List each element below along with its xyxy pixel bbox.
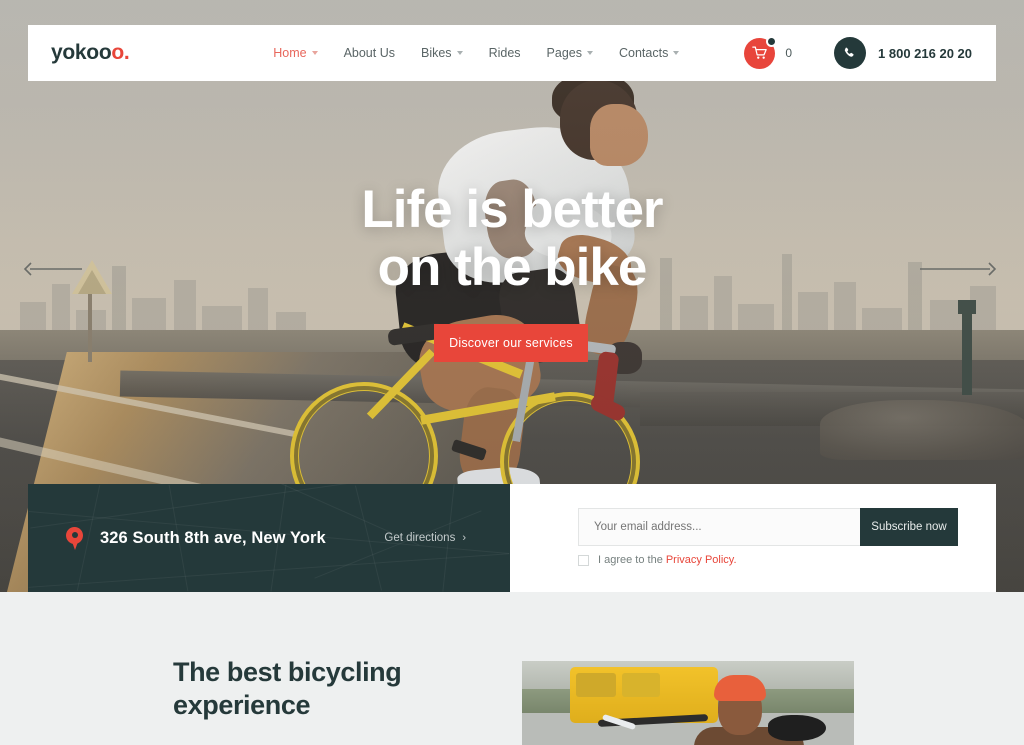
site-header: yokooo. Home About Us Bikes Rides Pages … (28, 25, 996, 81)
experience-section: The best bicycling experience (0, 592, 1024, 745)
subscribe-panel: Subscribe now I agree to the Privacy Pol… (510, 484, 996, 592)
logo-text: yokoo (51, 41, 112, 64)
nav-label: About Us (343, 46, 395, 60)
hero-title: Life is better on the bike (0, 181, 1024, 297)
chevron-down-icon (673, 51, 680, 55)
cart-count: 0 (785, 46, 793, 60)
cart-badge (766, 35, 778, 47)
nav-label: Contacts (618, 46, 669, 60)
agree-label: I agree to the (598, 554, 663, 566)
email-input[interactable] (578, 508, 860, 546)
address-text: 326 South 8th ave, New York (100, 528, 326, 547)
subscribe-button[interactable]: Subscribe now (860, 508, 958, 546)
subscribe-form: Subscribe now (578, 508, 958, 546)
cyclist-photo (522, 661, 854, 745)
chevron-right-icon: › (462, 532, 466, 544)
slider-next-arrow[interactable] (920, 261, 998, 277)
hero-title-line-1: Life is better (361, 180, 663, 239)
nav-item-pages[interactable]: Pages (547, 46, 593, 60)
phone-icon (834, 37, 867, 69)
nav-label: Pages (546, 46, 582, 60)
nav-item-contacts[interactable]: Contacts (618, 46, 680, 60)
discover-services-button[interactable]: Discover our services (434, 324, 588, 362)
section-title: The best bicycling experience (173, 657, 402, 720)
hero-title-line-2: on the bike (377, 238, 648, 297)
address-panel: 326 South 8th ave, New York Get directio… (28, 484, 510, 592)
get-directions-label: Get directions (384, 532, 456, 544)
slider-prev-arrow[interactable] (22, 261, 82, 277)
map-pin-icon (66, 526, 83, 550)
nav-item-rides[interactable]: Rides (489, 46, 521, 60)
chevron-down-icon (456, 51, 463, 55)
nav-item-bikes[interactable]: Bikes (421, 46, 463, 60)
nav-label: Home (273, 46, 307, 60)
agree-checkbox[interactable] (578, 554, 589, 566)
cart-button[interactable]: 0 (744, 35, 793, 69)
chevron-down-icon (586, 51, 593, 55)
site-logo[interactable]: yokooo. (51, 41, 130, 65)
shopping-cart-icon (744, 35, 778, 69)
chevron-down-icon (311, 51, 318, 55)
nav-label: Rides (488, 46, 521, 60)
agree-row: I agree to the Privacy Policy. (578, 554, 737, 566)
nav-item-home[interactable]: Home (273, 46, 318, 60)
phone-number: 1 800 216 20 20 (878, 45, 972, 61)
info-row: 326 South 8th ave, New York Get directio… (28, 484, 996, 592)
privacy-policy-link[interactable]: Privacy Policy. (666, 554, 737, 566)
phone-block[interactable]: 1 800 216 20 20 (834, 37, 972, 69)
address-content: 326 South 8th ave, New York (66, 484, 326, 592)
nav-label: Bikes (420, 46, 452, 60)
get-directions-link[interactable]: Get directions › (384, 484, 466, 592)
logo-accent: o. (111, 41, 130, 64)
main-navigation: Home About Us Bikes Rides Pages Contacts (260, 46, 692, 60)
nav-item-about-us[interactable]: About Us (344, 46, 395, 60)
